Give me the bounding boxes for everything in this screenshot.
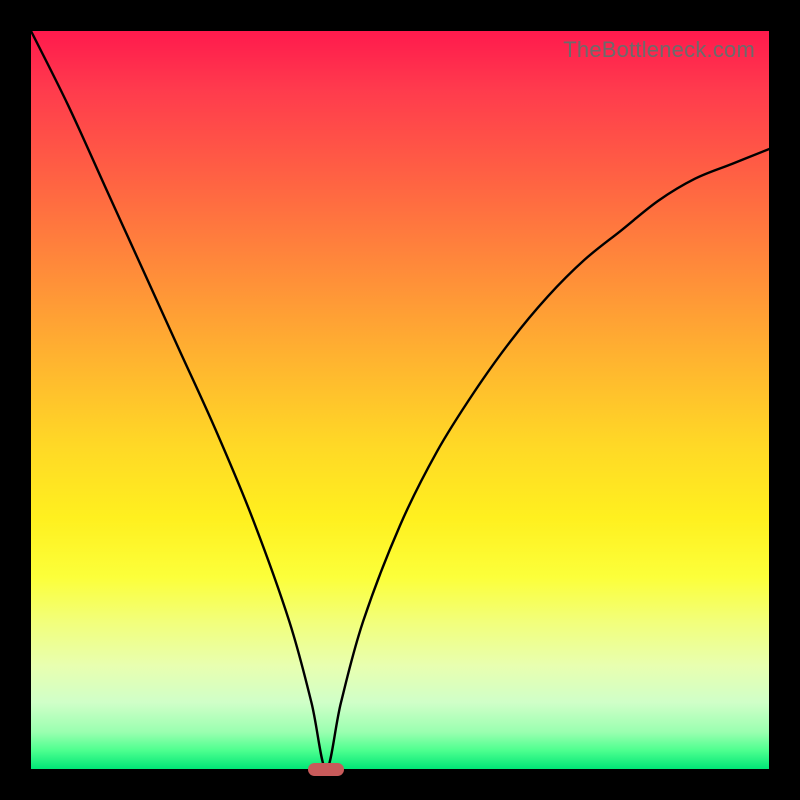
chart-frame: TheBottleneck.com [0,0,800,800]
bottleneck-curve [31,31,769,769]
plot-area: TheBottleneck.com [31,31,769,769]
curve-layer [31,31,769,769]
watermark-text: TheBottleneck.com [563,37,755,63]
min-marker [308,763,344,776]
